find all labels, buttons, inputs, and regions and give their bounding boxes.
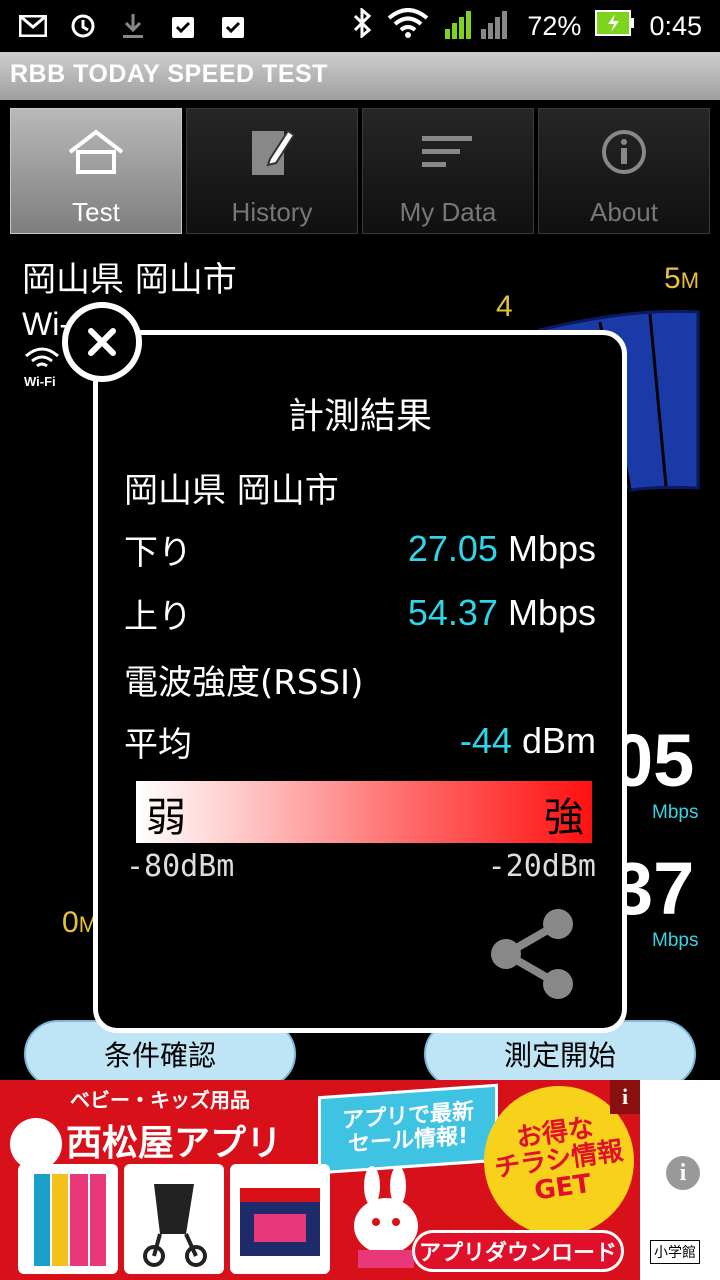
bar-max-label: -20dBm (487, 849, 596, 884)
ad-burst-line3: GET (532, 1168, 593, 1207)
close-icon (88, 328, 116, 356)
download-icon (118, 11, 148, 41)
clipboard-check-icon (168, 11, 198, 41)
average-row: 平均 -44 dBm (124, 717, 596, 765)
brand-logo-icon (10, 1118, 62, 1170)
average-label: 平均 (124, 724, 192, 765)
signal-strength-bar: 弱 強 (136, 781, 592, 843)
average-result: -44 dBm (460, 720, 596, 762)
download-unit: Mbps (507, 528, 596, 569)
wifi-icon (387, 7, 429, 45)
result-location: 岡山県 岡山市 (124, 471, 339, 511)
download-result: 27.05 Mbps (408, 528, 596, 570)
gmail-icon (18, 11, 48, 41)
ad-brand: 西松屋アプリ (66, 1123, 283, 1164)
tab-bar: Test History My Data About (10, 108, 710, 234)
app-bar: RBB TODAY SPEED TEST (0, 52, 720, 100)
gauge-tick-4: 4 (496, 290, 513, 323)
wifi-label: Wi-Fi (24, 374, 56, 389)
ad-product-image (230, 1164, 330, 1274)
gauge-tick-0: 0M (62, 906, 97, 940)
tab-label: History (231, 197, 313, 227)
download-value: 27.05 (407, 528, 498, 569)
tab-my-data[interactable]: My Data (362, 108, 534, 234)
tab-label: My Data (399, 197, 497, 227)
signal-icon (443, 7, 513, 46)
bar-min-label: -80dBm (126, 849, 235, 884)
ad-subtitle: ベビー・キッズ用品 (70, 1088, 250, 1112)
tab-history[interactable]: History (186, 108, 358, 234)
upload-value: 54.37 (407, 592, 498, 633)
ad-download-button[interactable]: アプリダウンロード (412, 1230, 624, 1272)
ad-banner[interactable]: ベビー・キッズ用品 西松屋アプリ アプリで最新 セール情報! お得な チラシ情報… (0, 1080, 640, 1280)
status-bar: 72% 0:45 (0, 0, 720, 52)
average-value: -44 (459, 720, 512, 761)
bar-weak-label: 弱 (146, 795, 186, 841)
ad-area[interactable]: ベビー・キッズ用品 西松屋アプリ アプリで最新 セール情報! お得な チラシ情報… (0, 1080, 720, 1280)
tab-test[interactable]: Test (10, 108, 182, 234)
info-icon (592, 125, 656, 179)
location-label: 岡山県 岡山市 (22, 260, 237, 300)
upload-unit: Mbps (652, 930, 699, 951)
download-unit: Mbps (652, 802, 699, 823)
download-label: 下り (124, 532, 192, 573)
clock: 0:45 (649, 10, 702, 41)
average-unit: dBm (521, 720, 596, 761)
download-row: 下り 27.05 Mbps (124, 525, 596, 573)
edit-icon (240, 125, 304, 179)
ad-product-image (18, 1164, 118, 1274)
gauge-tick-5-value: 5 (664, 262, 681, 295)
tab-about[interactable]: About (538, 108, 710, 234)
gauge-tick-0-value: 0 (62, 906, 79, 939)
wifi-icon (24, 346, 60, 376)
dialog-title: 計測結果 (287, 396, 432, 437)
sync-icon (68, 11, 98, 41)
ad-choices-icon[interactable]: i (666, 1156, 700, 1190)
share-icon[interactable] (482, 904, 582, 1004)
bluetooth-icon (351, 6, 373, 45)
bar-strong-label: 強 (544, 795, 584, 841)
gauge-tick-5-unit: M (680, 268, 700, 293)
home-icon (64, 125, 128, 179)
battery-percent: 72% (527, 10, 582, 41)
tab-label: About (590, 197, 658, 227)
ad-product-image (124, 1164, 224, 1274)
ad-publisher-tag: 小学館 (650, 1240, 700, 1264)
ad-promo-banner: アプリで最新 セール情報! (318, 1083, 498, 1175)
upload-row: 上り 54.37 Mbps (124, 589, 596, 637)
clipboard-check-icon (218, 11, 248, 41)
battery-icon (595, 9, 635, 43)
result-dialog: 計測結果 岡山県 岡山市 下り 27.05 Mbps 上り 54.37 Mbps… (93, 330, 627, 1033)
tab-label: Test (72, 197, 120, 227)
close-dialog-button[interactable] (62, 302, 142, 382)
gauge-tick-5: 5M (664, 262, 699, 296)
app-title: RBB TODAY SPEED TEST (10, 60, 328, 88)
rssi-label: 電波強度(RSSI) (124, 663, 364, 703)
list-icon (416, 125, 480, 179)
ad-info-icon[interactable]: i (610, 1080, 640, 1114)
upload-label: 上り (124, 596, 192, 637)
upload-result: 54.37 Mbps (408, 592, 596, 634)
upload-unit: Mbps (507, 592, 596, 633)
